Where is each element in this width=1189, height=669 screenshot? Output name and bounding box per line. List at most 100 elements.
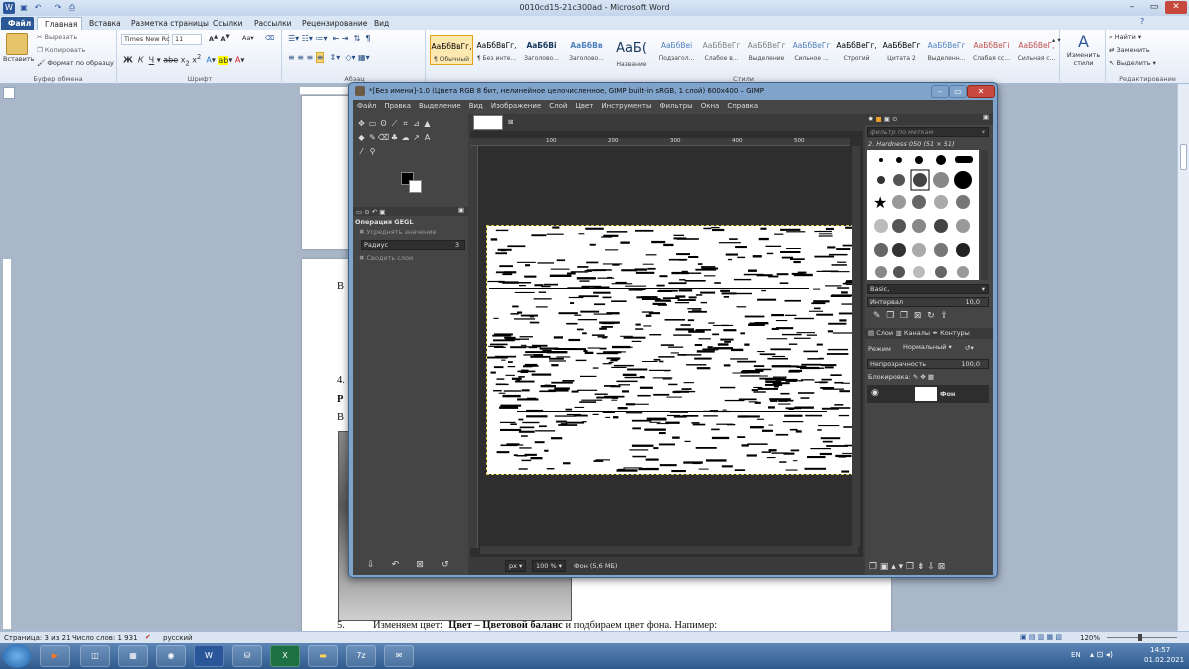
ruler-toggle-icon[interactable] xyxy=(3,87,15,99)
zoom-select[interactable]: 100 % ▾ xyxy=(532,560,566,572)
vertical-scrollbar-gimp[interactable] xyxy=(852,146,860,546)
tab-paths[interactable]: ✒ Контуры xyxy=(933,329,970,337)
rect-select-tool-icon[interactable]: ▭ xyxy=(367,119,378,130)
status-words[interactable]: Число слов: 1 931 xyxy=(72,634,138,642)
gimp-window[interactable]: *[Без имени]-1.0 (Цвета RGB 8 бит, нелин… xyxy=(348,82,998,578)
close-button[interactable]: ✕ xyxy=(1165,1,1187,14)
text-tool-icon[interactable]: A xyxy=(422,133,433,144)
brush-filter-input[interactable]: фильтр по меткам ▾ xyxy=(867,127,989,137)
gimp-maximize-button[interactable]: ▭ xyxy=(949,85,967,98)
zoom-tool-icon[interactable]: ⚲ xyxy=(367,147,378,158)
taskbar-database-icon[interactable]: ⛁ xyxy=(232,645,262,667)
find-button[interactable]: ⌕ Найти ▾ xyxy=(1109,33,1141,41)
text-effects-button[interactable]: A xyxy=(206,56,211,65)
clock-time[interactable]: 14:57 xyxy=(1150,646,1170,654)
list-buttons-row[interactable]: ☰▾ ☷▾ ≔▾ ⇤ ⇥ ⇅ ¶ xyxy=(288,34,370,43)
tool-options-tabs[interactable]: ▭ ⊙ ↶ ▣ ▣ xyxy=(353,207,468,216)
image-tab-thumbnail[interactable] xyxy=(473,115,503,130)
mode-select[interactable]: Нормальный ▾ xyxy=(901,343,961,354)
zoom-slider-thumb[interactable] xyxy=(1138,634,1142,641)
eye-icon[interactable]: ◉ xyxy=(871,389,879,398)
select-button[interactable]: ↖ Выделить ▾ xyxy=(1109,59,1156,67)
style-7[interactable]: АаБбВеГг Выделение xyxy=(745,35,788,65)
tab-references[interactable]: Ссылки xyxy=(206,17,249,30)
style-1[interactable]: АаБбВвГг, ¶ Без инте... xyxy=(475,35,518,65)
menu-view[interactable]: Вид xyxy=(465,100,487,112)
brush-grid-scrollbar[interactable] xyxy=(981,150,988,280)
input-language[interactable]: EN xyxy=(1071,651,1081,659)
spellcheck-icon[interactable]: ✔ xyxy=(145,633,151,641)
brush-set-select[interactable]: Basic, ▾ xyxy=(867,284,989,294)
strikethrough-button[interactable]: abe xyxy=(163,56,178,65)
bold-button[interactable]: Ж xyxy=(123,56,133,65)
lock-icons[interactable]: ✎ ✥ ▦ xyxy=(913,373,934,381)
warp-tool-icon[interactable]: ▲ xyxy=(422,119,433,130)
style-6[interactable]: АаБбВеГг Слабое в... xyxy=(700,35,743,65)
radius-spinner[interactable]: Радиус 3 xyxy=(361,240,465,250)
image-canvas-area[interactable]: ⊠ 100 200 300 400 500 px ▾ 100 % ▾ Фон (… xyxy=(470,114,865,575)
style-3[interactable]: АаБбВв Заголово... xyxy=(565,35,608,65)
start-button[interactable] xyxy=(3,644,31,668)
taskbar-7zip-icon[interactable]: 7z xyxy=(346,645,376,667)
tab-page-layout[interactable]: Разметка страницы xyxy=(124,17,216,30)
taskbar-gimp-icon[interactable]: ✉ xyxy=(384,645,414,667)
view-buttons[interactable]: ▣ ▤ ▥ ▦ ▧ xyxy=(1020,633,1062,641)
opacity-spinner[interactable]: Непрозрачность 100,0 xyxy=(867,359,989,369)
status-page[interactable]: Страница: 3 из 21 xyxy=(4,634,71,642)
unit-select[interactable]: px ▾ xyxy=(505,560,527,572)
maximize-button[interactable]: ▭ xyxy=(1143,1,1165,14)
replace-button[interactable]: ⇄ Заменить xyxy=(1109,46,1150,54)
tab-view[interactable]: Вид xyxy=(367,17,396,30)
move-tool-icon[interactable]: ✥ xyxy=(356,119,367,130)
interval-spinner[interactable]: Интервал 10,0 xyxy=(867,297,989,307)
vertical-scrollbar[interactable] xyxy=(1177,84,1189,631)
bucket-fill-tool-icon[interactable]: ◆ xyxy=(356,133,367,144)
paths-tool-icon[interactable]: ↗ xyxy=(411,133,422,144)
lasso-tool-icon[interactable]: ʘ xyxy=(378,119,389,130)
menu-edit[interactable]: Правка xyxy=(380,100,415,112)
gimp-minimize-button[interactable]: – xyxy=(931,85,949,98)
taskbar-folder-icon[interactable]: ▬ xyxy=(308,645,338,667)
paste-icon[interactable] xyxy=(6,33,28,55)
panel-menu-icon[interactable]: ▣ xyxy=(458,207,464,214)
taskbar-media-icon[interactable]: ▶ xyxy=(40,645,70,667)
scrollbar-thumb[interactable] xyxy=(1180,144,1187,170)
minimize-button[interactable]: – xyxy=(1121,1,1143,14)
color-picker-tool-icon[interactable]: ⁄ xyxy=(356,147,367,158)
align-buttons-row[interactable]: ≡ ≡ ≡ ≡ ⇕▾ ◇▾ ▦▾ xyxy=(288,52,370,63)
brush-grid[interactable]: ★ xyxy=(867,150,979,280)
font-size-select[interactable]: 11 xyxy=(172,34,202,45)
tab-home[interactable]: Главная xyxy=(37,17,82,30)
tab-review[interactable]: Рецензирование xyxy=(295,17,374,30)
clock-date[interactable]: 01.02.2021 xyxy=(1144,656,1184,664)
toolbox-bottom-buttons[interactable]: ⇩ ↶ ⊠ ↺ xyxy=(367,560,449,570)
style-10[interactable]: АаБбВеГг Цитата 2 xyxy=(880,35,923,65)
highlight-button[interactable]: ab xyxy=(218,55,229,65)
brush-action-buttons[interactable]: ✎ ❐ ❐ ⊠ ↻ ⇪ xyxy=(873,311,948,321)
font-name-select[interactable]: Times New Rc xyxy=(121,34,170,45)
style-0[interactable]: АаБбВвГг, ¶ Обычный xyxy=(430,35,473,65)
gimp-close-button[interactable]: ✕ xyxy=(967,85,995,98)
clone-tool-icon[interactable]: ♣ xyxy=(389,133,400,144)
zoom-level[interactable]: 120% xyxy=(1080,634,1100,642)
eraser-tool-icon[interactable]: ⌫ xyxy=(378,133,389,144)
clear-format-icon[interactable]: ⌫ xyxy=(265,34,274,42)
layer-action-buttons[interactable]: ❐ ▣ ▴ ▾ ❐ ⇟ ⇩ ⊠ xyxy=(869,562,945,572)
zoom-slider[interactable] xyxy=(1107,637,1177,638)
layer-row[interactable]: ◉ Фон xyxy=(867,385,989,403)
style-5[interactable]: АаБбВеі Подзагол... xyxy=(655,35,698,65)
cut-button[interactable]: ✂ Вырезать xyxy=(37,33,77,41)
help-icon[interactable]: ? xyxy=(1140,17,1144,26)
menu-windows[interactable]: Окна xyxy=(697,100,724,112)
font-color-button[interactable]: A xyxy=(235,56,240,65)
close-tab-icon[interactable]: ⊠ xyxy=(508,119,513,126)
horizontal-scrollbar[interactable] xyxy=(480,546,858,554)
tab-channels[interactable]: ▥ Каналы xyxy=(896,329,930,337)
italic-button[interactable]: К xyxy=(138,56,144,65)
style-12[interactable]: АаБбВеГі Слабая сс... xyxy=(970,35,1013,65)
menu-filters[interactable]: Фильтры xyxy=(655,100,696,112)
taskbar-app2-icon[interactable]: ◫ xyxy=(80,645,110,667)
change-case-button[interactable]: Aa▾ xyxy=(242,34,254,42)
paste-button[interactable]: Вставить xyxy=(3,55,34,63)
dock-menu-icon[interactable]: ▣ xyxy=(983,114,989,121)
